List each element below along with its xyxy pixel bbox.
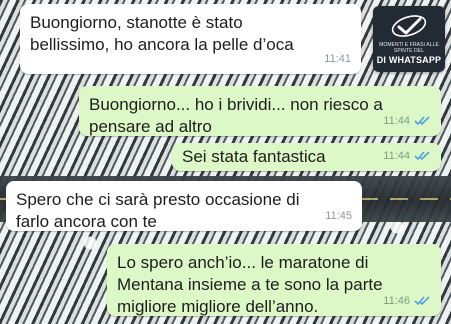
- message-meta: 11:45: [325, 205, 352, 227]
- message-time: 11:44: [383, 115, 410, 127]
- message-time: 11:41: [324, 53, 351, 65]
- message-time: 11:45: [325, 210, 352, 222]
- message-time: 11:44: [383, 150, 410, 162]
- message-text: Buongiorno, stanotte è stato bellissimo,…: [30, 13, 294, 54]
- message-meta: 11:44: [383, 145, 431, 167]
- message-meta: 11:41: [324, 48, 351, 70]
- message-bubble-incoming[interactable]: Buongiorno, stanotte è stato bellissimo,…: [20, 4, 361, 74]
- double-check-icon: [414, 116, 430, 126]
- message-bubble-incoming[interactable]: Spero che ci sarà presto occasione di fa…: [6, 181, 362, 231]
- message-time: 11:46: [383, 295, 410, 307]
- message-bubble-outgoing[interactable]: Sei stata fantastica 11:44: [172, 143, 441, 171]
- checkmark-logo-icon: [391, 15, 427, 37]
- message-text: Spero che ci sarà presto occasione di fa…: [16, 190, 300, 231]
- watermark-small-text: MOMENTI E FRASI ALLE SPINTE DEL: [379, 42, 439, 54]
- watermark-title: DI WHATSAPP: [376, 55, 442, 65]
- message-meta: 11:46: [383, 290, 431, 312]
- watermark-badge: MOMENTI E FRASI ALLE SPINTE DEL DI WHATS…: [373, 6, 445, 72]
- message-meta: 11:44: [383, 110, 431, 132]
- double-check-icon: [414, 296, 430, 306]
- double-check-icon: [414, 151, 430, 161]
- message-text: Buongiorno... ho i brividi... non riesco…: [89, 95, 383, 136]
- message-bubble-outgoing[interactable]: Lo spero anch’io... le maratone di Menta…: [107, 244, 441, 316]
- message-bubble-outgoing[interactable]: Buongiorno... ho i brividi... non riesco…: [79, 86, 441, 136]
